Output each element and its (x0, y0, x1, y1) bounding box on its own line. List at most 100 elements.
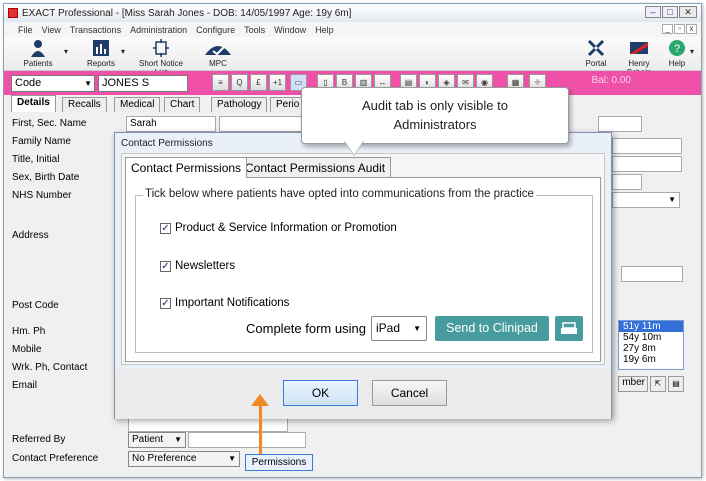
list-item[interactable]: 54y 10m (619, 332, 683, 343)
list-item[interactable]: 19y 6m (619, 354, 683, 365)
referred-by-label: Referred By (12, 434, 66, 445)
nhs-number-label: NHS Number (12, 190, 72, 201)
permissions-button[interactable]: Permissions (245, 454, 313, 471)
balance-text: Bal: 0.00 (591, 75, 631, 86)
menu-tools[interactable]: Tools (244, 25, 265, 35)
main-toolbar: Patients ▾ Reports ▾ Short Notice List M… (4, 37, 701, 77)
tab-chart[interactable]: Chart (164, 97, 201, 112)
tab-contact-permissions-audit[interactable]: Contact Permissions Audit (239, 157, 392, 177)
print-button[interactable] (555, 316, 583, 341)
device-select[interactable]: iPad ▼ (371, 316, 427, 341)
patients-button[interactable]: Patients (18, 39, 58, 68)
toolbar-q-button[interactable]: Q (231, 74, 248, 91)
menu-file[interactable]: File (18, 25, 33, 35)
initial-input[interactable] (612, 156, 682, 172)
chevron-down-icon: ▼ (174, 435, 182, 444)
family-age-list[interactable]: 51y 11m 54y 10m 27y 8m 19y 6m (618, 320, 684, 370)
reports-icon (91, 39, 111, 57)
chevron-down-icon: ▼ (228, 454, 236, 463)
checkbox-checked-icon[interactable]: ✓ (160, 297, 171, 309)
permissions-pane: Tick below where patients have opted int… (125, 177, 601, 362)
address-extra-input[interactable] (621, 266, 683, 282)
checkbox-checked-icon[interactable]: ✓ (160, 260, 171, 272)
help-button[interactable]: ? Help (666, 39, 688, 68)
reports-dropdown-icon[interactable]: ▾ (121, 47, 125, 56)
menu-transactions[interactable]: Transactions (70, 25, 121, 35)
tab-contact-permissions[interactable]: Contact Permissions (125, 157, 248, 178)
patient-search-input[interactable]: JONES S (98, 75, 188, 92)
option-product-service[interactable]: ✓ Product & Service Information or Promo… (160, 222, 397, 234)
tab-details[interactable]: Details (11, 95, 56, 112)
birth-date-input[interactable] (612, 174, 642, 190)
list-item[interactable]: 27y 8m (619, 343, 683, 354)
ok-button[interactable]: OK (283, 380, 358, 406)
tab-pathology[interactable]: Pathology (211, 97, 268, 112)
second-name-input[interactable] (219, 116, 309, 132)
maximize-button[interactable]: □ (662, 6, 678, 18)
callout-pointer (344, 140, 364, 155)
send-to-clinipad-button[interactable]: Send to Clinipad (435, 316, 549, 341)
mdi-close-button[interactable]: x (686, 24, 697, 34)
complete-form-label: Complete form using (246, 321, 366, 336)
number-button[interactable]: mber (618, 376, 648, 392)
opt-in-legend: Tick below where patients have opted int… (143, 188, 536, 200)
menu-administration[interactable]: Administration (130, 25, 187, 35)
print-icon (561, 322, 577, 334)
close-button[interactable]: ✕ (679, 6, 697, 18)
arrow-shaft (259, 402, 262, 454)
callout-line-2: Administrators (393, 117, 477, 132)
referred-by-select[interactable]: Patient ▼ (128, 432, 186, 448)
menu-configure[interactable]: Configure (196, 25, 235, 35)
opt-in-group: Tick below where patients have opted int… (135, 188, 593, 353)
admin-callout: Audit tab is only visible to Administrat… (301, 87, 569, 144)
post-code-label: Post Code (12, 300, 59, 311)
document-icon[interactable]: ▤ (668, 376, 684, 392)
tab-recalls[interactable]: Recalls (62, 97, 107, 112)
toolbar-plus1-button[interactable]: +1 (269, 74, 286, 91)
portal-icon (586, 39, 606, 57)
link-icon[interactable]: ⇱ (650, 376, 666, 392)
search-mode-select[interactable]: Code ▼ (11, 75, 95, 92)
reports-button[interactable]: Reports (82, 39, 120, 68)
family-name-extra-input[interactable] (612, 138, 682, 154)
minimize-button[interactable]: – (645, 6, 661, 18)
help-dropdown-icon[interactable]: ▾ (690, 47, 694, 56)
nhs-select[interactable]: ▼ (612, 192, 680, 208)
list-item[interactable]: 51y 11m (619, 321, 683, 332)
svg-text:?: ? (674, 43, 680, 55)
dialog-footer: OK Cancel (115, 369, 611, 419)
checkbox-checked-icon[interactable]: ✓ (160, 222, 171, 234)
name-extra-input[interactable] (598, 116, 642, 132)
chevron-down-icon: ▼ (84, 79, 92, 88)
contact-preference-select[interactable]: No Preference ▼ (128, 451, 240, 467)
mdi-minimize-button[interactable]: _ (662, 24, 673, 34)
toolbar-list-button[interactable]: ≡ (212, 74, 229, 91)
mpc-icon (203, 39, 233, 57)
dialog-body: Contact Permissions Contact Permissions … (121, 153, 605, 365)
mpc-button[interactable]: MPC (200, 39, 236, 68)
henry-schein-logo-icon (629, 39, 649, 57)
tab-medical[interactable]: Medical (114, 97, 161, 112)
option-newsletters[interactable]: ✓ Newsletters (160, 260, 235, 272)
title-bar: EXACT Professional - [Miss Sarah Jones -… (4, 4, 701, 22)
work-phone-label: Wrk. Ph, Contact (12, 362, 88, 373)
chevron-down-icon: ▼ (668, 195, 676, 204)
option-important-notifications[interactable]: ✓ Important Notifications (160, 297, 289, 309)
menu-help[interactable]: Help (315, 25, 334, 35)
family-name-label: Family Name (12, 136, 71, 147)
referred-by-input[interactable] (188, 432, 306, 448)
first-name-input[interactable]: Sarah (126, 116, 216, 132)
app-logo-icon (8, 8, 18, 18)
cancel-button[interactable]: Cancel (372, 380, 447, 406)
contact-permissions-dialog: Contact Permissions Contact Permissions … (114, 132, 612, 419)
home-phone-label: Hm. Ph (12, 326, 46, 337)
help-icon: ? (667, 39, 687, 57)
menu-window[interactable]: Window (274, 25, 306, 35)
patients-dropdown-icon[interactable]: ▾ (64, 47, 68, 56)
mdi-restore-button[interactable]: ▫ (674, 24, 685, 34)
toolbar-pound-button[interactable]: £ (250, 74, 267, 91)
menu-view[interactable]: View (42, 25, 61, 35)
address-label: Address (12, 230, 49, 241)
portal-button[interactable]: Portal (582, 39, 610, 68)
chevron-down-icon: ▼ (413, 324, 421, 333)
